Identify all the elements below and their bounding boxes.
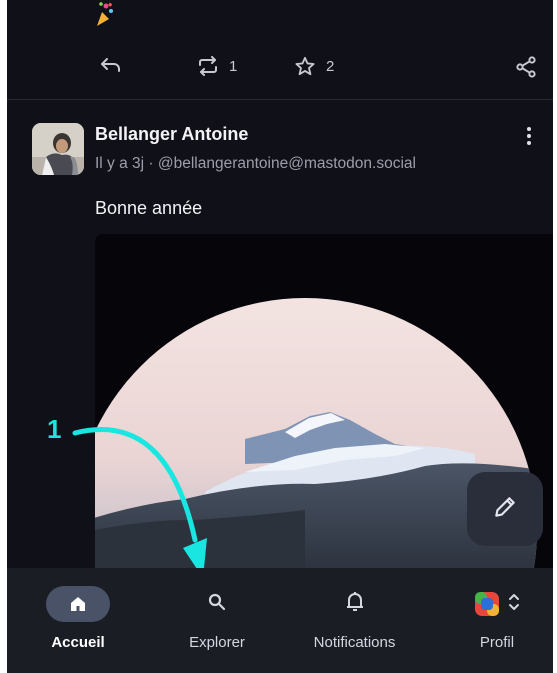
post-divider <box>7 99 553 100</box>
boost-button[interactable]: 1 <box>197 56 237 76</box>
annotation-number: 1 <box>47 414 62 444</box>
nav-label-home: Accueil <box>51 634 105 651</box>
bottom-navigation: Accueil Explorer Notifications Profil <box>7 568 553 673</box>
reply-button[interactable] <box>100 56 122 74</box>
post-meta: Il y a 3j · @bellangerantoine@mastodon.s… <box>95 155 416 172</box>
party-popper-icon <box>93 0 115 28</box>
nav-item-notifications[interactable]: Notifications <box>297 568 412 673</box>
avatar[interactable] <box>32 123 84 175</box>
nav-label-profile: Profil <box>479 634 515 651</box>
reply-icon <box>100 56 122 74</box>
app-screen: 1 2 Bellanger Antoine Il y a 3j · @bella… <box>7 0 553 673</box>
search-icon <box>207 592 227 617</box>
share-icon <box>515 56 537 78</box>
nav-label-notifications: Notifications <box>313 634 396 651</box>
home-icon <box>46 586 110 622</box>
nav-item-home[interactable]: Accueil <box>38 568 118 673</box>
boost-count: 1 <box>229 57 238 75</box>
pencil-icon <box>492 494 518 525</box>
star-icon <box>294 56 316 76</box>
post-author-name[interactable]: Bellanger Antoine <box>95 124 248 145</box>
bell-icon <box>345 591 365 618</box>
compose-button[interactable] <box>467 472 543 546</box>
avatar <box>474 591 500 617</box>
nav-item-explore[interactable]: Explorer <box>177 568 257 673</box>
boost-icon <box>197 56 219 76</box>
post-content: Bonne année <box>95 198 203 218</box>
share-button[interactable] <box>515 56 537 78</box>
more-vertical-icon[interactable] <box>519 124 539 148</box>
favourite-button[interactable]: 2 <box>294 56 334 76</box>
nav-label-explore: Explorer <box>189 634 245 651</box>
post-action-bar: 1 2 <box>7 48 553 84</box>
nav-item-profile[interactable]: Profil <box>457 568 537 673</box>
favourite-count: 2 <box>326 57 335 75</box>
chevron-up-down-icon <box>508 591 520 618</box>
